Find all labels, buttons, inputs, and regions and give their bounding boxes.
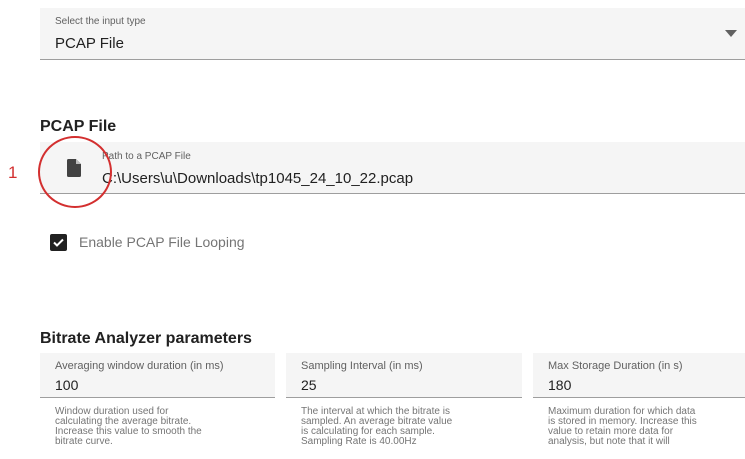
averaging-window-input[interactable]: 100: [55, 377, 78, 393]
bitrate-section-title: Bitrate Analyzer parameters: [40, 330, 252, 347]
pcap-section-title: PCAP File: [40, 118, 117, 135]
help-line: Sampling Rate is 40.00Hz: [301, 436, 417, 447]
sampling-interval-help: The interval at which the bitrate is sam…: [301, 407, 491, 447]
max-storage-input[interactable]: 180: [548, 377, 571, 393]
input-type-label: Select the input type: [55, 16, 146, 27]
input-type-value: PCAP File: [55, 35, 124, 52]
input-type-select[interactable]: Select the input type PCAP File: [40, 8, 745, 60]
pcap-looping-checkbox[interactable]: Enable PCAP File Looping: [50, 232, 245, 252]
averaging-window-field[interactable]: Averaging window duration (in ms) 100: [40, 353, 275, 398]
help-line: analysis, but note that it will: [548, 436, 670, 447]
pcap-looping-label: Enable PCAP File Looping: [79, 234, 245, 250]
annotation-number: 1: [8, 163, 18, 182]
page: Select the input type PCAP File PCAP Fil…: [0, 0, 745, 459]
sampling-interval-input[interactable]: 25: [301, 377, 317, 393]
sampling-interval-label: Sampling Interval (in ms): [301, 360, 423, 372]
max-storage-field[interactable]: Max Storage Duration (in s) 180: [533, 353, 745, 398]
pcap-path-field[interactable]: Path to a PCAP File C:\Users\u\Downloads…: [40, 142, 745, 194]
dropdown-arrow-icon[interactable]: [725, 30, 737, 37]
pcap-path-input[interactable]: C:\Users\u\Downloads\tp1045_24_10_22.pca…: [102, 170, 413, 187]
file-icon[interactable]: [67, 159, 81, 177]
max-storage-label: Max Storage Duration (in s): [548, 360, 683, 372]
help-line: bitrate curve.: [55, 436, 113, 447]
checkbox-checked-icon[interactable]: [50, 233, 67, 251]
sampling-interval-field[interactable]: Sampling Interval (in ms) 25: [286, 353, 522, 398]
pcap-path-label: Path to a PCAP File: [102, 151, 191, 162]
averaging-window-label: Averaging window duration (in ms): [55, 360, 224, 372]
averaging-window-help: Window duration used for calculating the…: [55, 407, 245, 447]
max-storage-help: Maximum duration for which data is store…: [548, 407, 738, 447]
